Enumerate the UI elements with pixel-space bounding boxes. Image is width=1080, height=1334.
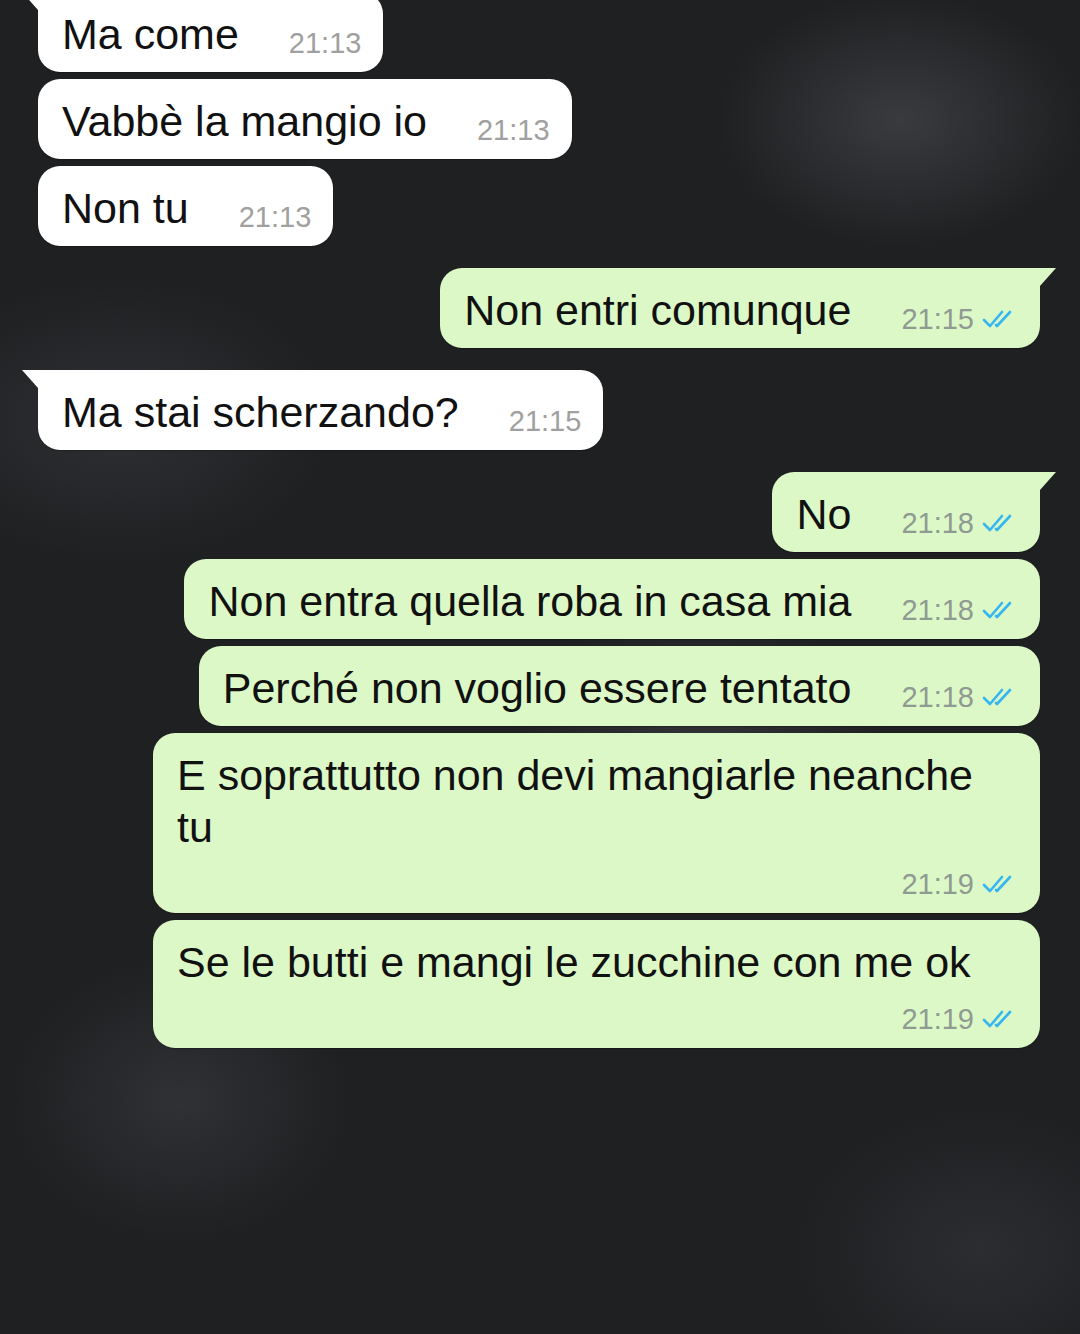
message-time: 21:18 xyxy=(901,680,974,714)
message-time: 21:19 xyxy=(901,867,974,901)
message-time: 21:19 xyxy=(901,1002,974,1036)
message-text: Vabbè la mangio io xyxy=(62,95,427,147)
message-time: 21:18 xyxy=(901,506,974,540)
message-time: 21:13 xyxy=(477,113,550,147)
message-row: No 21:18 xyxy=(38,472,1040,552)
message-text: Non tu xyxy=(62,182,189,234)
message-row: Ma stai scherzando? 21:15 xyxy=(38,370,1040,450)
message-bubble[interactable]: Ma stai scherzando? 21:15 xyxy=(38,370,603,450)
message-meta: 21:13 xyxy=(427,99,550,147)
message-row: Non entra quella roba in casa mia 21:18 xyxy=(38,559,1040,639)
message-time: 21:13 xyxy=(289,26,362,60)
read-ticks-icon xyxy=(982,1008,1018,1030)
message-row: Se le butti e mangi le zucchine con me o… xyxy=(38,920,1040,1048)
message-meta: 21:19 xyxy=(851,853,1018,901)
message-list: Ma come21:13Vabbè la mangio io21:13Non t… xyxy=(0,0,1080,1048)
message-time: 21:18 xyxy=(901,593,974,627)
message-bubble[interactable]: Perché non voglio essere tentato 21:18 xyxy=(199,646,1040,726)
message-bubble[interactable]: E soprattutto non devi mangiarle neanche… xyxy=(153,733,1040,913)
message-bubble[interactable]: Se le butti e mangi le zucchine con me o… xyxy=(153,920,1040,1048)
message-bubble[interactable]: Non tu 21:13 xyxy=(38,166,333,246)
message-text: Non entra quella roba in casa mia xyxy=(208,575,851,627)
message-bubble[interactable]: No 21:18 xyxy=(772,472,1040,552)
message-row: E soprattutto non devi mangiarle neanche… xyxy=(38,733,1040,913)
message-row: Non tu 21:13 xyxy=(38,166,1040,246)
message-row: Non entri comunque 21:15 xyxy=(38,268,1040,348)
message-text: Se le butti e mangi le zucchine con me o… xyxy=(177,936,971,988)
message-row: Perché non voglio essere tentato 21:18 xyxy=(38,646,1040,726)
message-meta: 21:15 xyxy=(459,390,582,438)
message-meta: 21:13 xyxy=(189,186,312,234)
read-ticks-icon xyxy=(982,599,1018,621)
message-bubble[interactable]: Non entri comunque 21:15 xyxy=(440,268,1040,348)
message-text: Perché non voglio essere tentato xyxy=(223,662,852,714)
message-text: Ma stai scherzando? xyxy=(62,386,459,438)
message-meta: 21:18 xyxy=(851,492,1018,540)
message-bubble[interactable]: Non entra quella roba in casa mia 21:18 xyxy=(184,559,1040,639)
message-time: 21:13 xyxy=(239,200,312,234)
read-ticks-icon xyxy=(982,686,1018,708)
message-time: 21:15 xyxy=(901,302,974,336)
message-meta: 21:15 xyxy=(851,288,1018,336)
message-text: E soprattutto non devi mangiarle neanche… xyxy=(177,749,1018,853)
message-row: Ma come 21:13 xyxy=(38,0,1040,72)
chat-screen: Ma come21:13Vabbè la mangio io21:13Non t… xyxy=(0,0,1080,1334)
message-bubble[interactable]: Vabbè la mangio io 21:13 xyxy=(38,79,572,159)
read-ticks-icon xyxy=(982,308,1018,330)
message-text: No xyxy=(796,488,851,540)
read-ticks-icon xyxy=(982,873,1018,895)
message-meta: 21:13 xyxy=(239,12,362,60)
message-text: Ma come xyxy=(62,8,239,60)
read-ticks-icon xyxy=(982,512,1018,534)
message-text: Non entri comunque xyxy=(464,284,851,336)
message-time: 21:15 xyxy=(509,404,582,438)
message-meta: 21:18 xyxy=(851,666,1018,714)
message-meta: 21:19 xyxy=(851,988,1018,1036)
message-row: Vabbè la mangio io 21:13 xyxy=(38,79,1040,159)
message-meta: 21:18 xyxy=(851,579,1018,627)
message-bubble[interactable]: Ma come 21:13 xyxy=(38,0,383,72)
